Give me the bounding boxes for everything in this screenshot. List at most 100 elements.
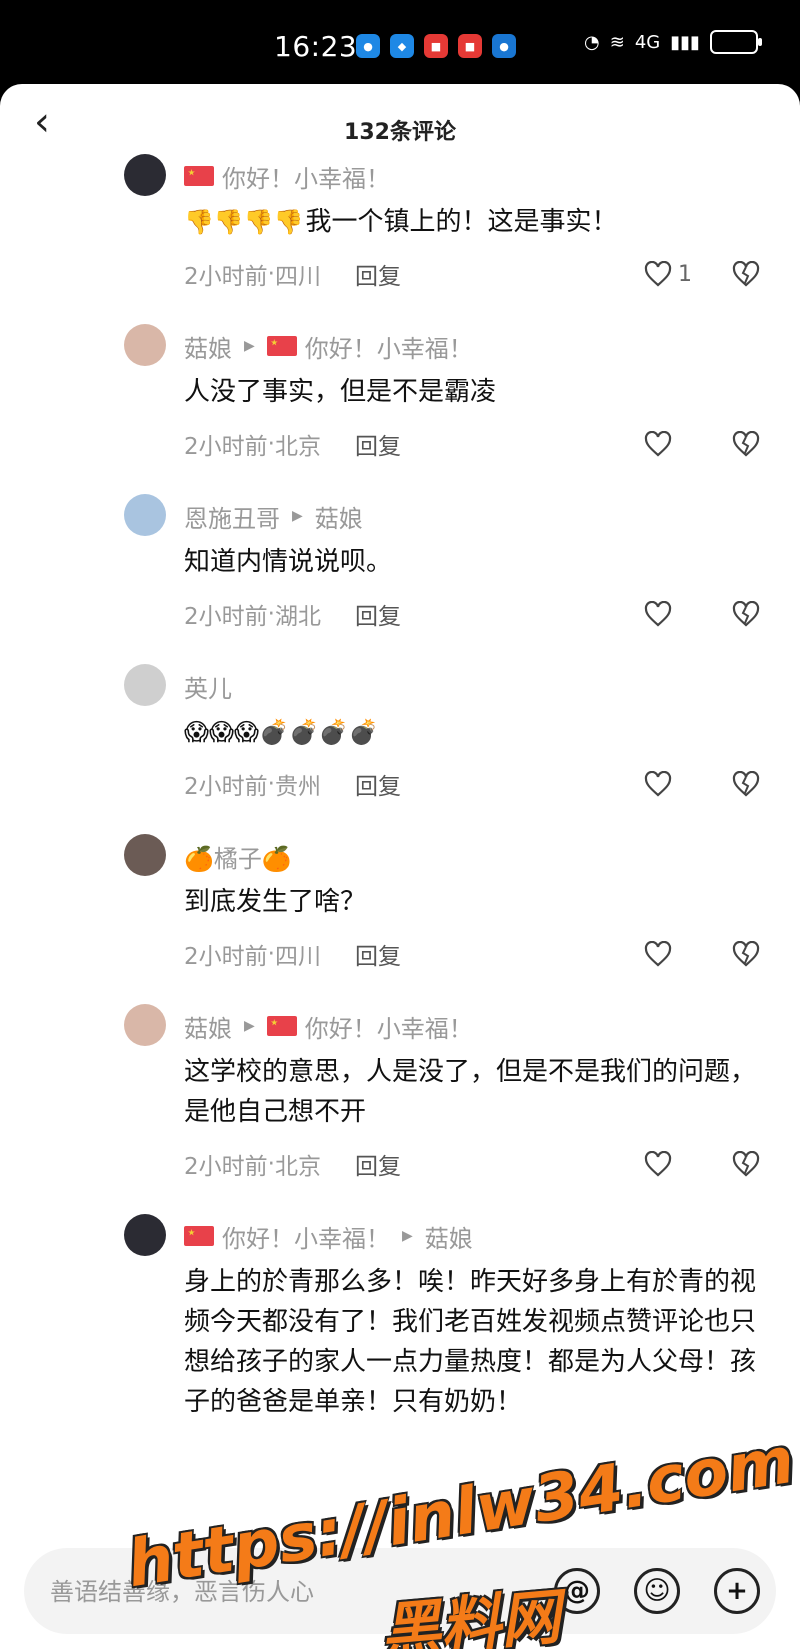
- like-button[interactable]: [644, 941, 724, 967]
- comment-body: 这学校的意思，人是没了，但是不是我们的问题，是他自己想不开: [184, 1057, 757, 1127]
- comment-author-row: 英儿: [184, 664, 760, 708]
- comment-text: 人没了事实，但是不是霸凌: [184, 372, 760, 412]
- comment-meta: 2小时前 · 湖北 回复: [184, 588, 760, 640]
- comment-time: 2小时前: [184, 604, 268, 630]
- avatar[interactable]: [124, 324, 166, 366]
- shield-app-icon: ◆: [390, 34, 414, 58]
- status-bar: 16:23 ● ◆ ■ ■ ● ◔ ≋ 4G ▮▮▮: [0, 0, 800, 84]
- dislike-icon[interactable]: [724, 771, 760, 797]
- comment-meta: 2小时前 · 四川 回复 1: [184, 248, 760, 300]
- comment-meta: 2小时前 · 贵州 回复: [184, 758, 760, 810]
- like-button[interactable]: [644, 771, 724, 797]
- china-flag-icon: [266, 336, 297, 356]
- mention-icon[interactable]: @: [554, 1568, 600, 1614]
- china-flag-icon: [184, 166, 214, 186]
- signal-icon: ▮▮▮: [670, 31, 700, 53]
- dislike-icon[interactable]: [724, 941, 760, 967]
- signal-label: 4G: [634, 31, 661, 53]
- reply-button[interactable]: 回复: [355, 937, 401, 971]
- system-icons: ◔ ≋ 4G ▮▮▮: [584, 30, 762, 54]
- comment-item[interactable]: 你好！小幸福！ 👎👎👎👎我一个镇上的！这是事实！ 2小时前 · 四川 回复 1: [0, 154, 800, 300]
- comment-author-row: 你好！小幸福！: [184, 154, 760, 198]
- comment-emoji: 😱😱😱💣💣💣💣: [184, 718, 379, 746]
- comment-input-bar[interactable]: 善语结善缘，恶言伤人心 @ ☺ +: [24, 1548, 776, 1634]
- comment-item[interactable]: 英儿 😱😱😱💣💣💣💣 2小时前 · 贵州 回复: [0, 664, 800, 810]
- comment-text: 身上的於青那么多！唉！昨天好多身上有於青的视频今天都没有了！我们老百姓发视频点赞…: [184, 1262, 760, 1422]
- comments-header: ‹ 132条评论: [0, 84, 800, 164]
- comment-time: 2小时前: [184, 774, 268, 800]
- meta-separator: ·: [267, 431, 275, 457]
- comment-author[interactable]: 菇娘: [184, 1009, 232, 1044]
- comment-location: 湖北: [274, 604, 321, 630]
- comment-author[interactable]: 你好！小幸福！: [222, 1219, 390, 1254]
- comment-item[interactable]: 恩施丑哥 ▶ 菇娘 知道内情说说呗。 2小时前 · 湖北 回复: [0, 494, 800, 640]
- reply-button[interactable]: 回复: [355, 1147, 401, 1181]
- comment-item[interactable]: 你好！小幸福！ ▶ 菇娘身上的於青那么多！唉！昨天好多身上有於青的视频今天都没有了！…: [0, 1214, 800, 1422]
- notification-icons: ● ◆ ■ ■ ●: [356, 34, 516, 58]
- avatar[interactable]: [124, 1214, 166, 1256]
- browser-app-icon: ●: [492, 34, 516, 58]
- avatar[interactable]: [124, 154, 166, 196]
- avatar[interactable]: [124, 664, 166, 706]
- comment-author-row: 恩施丑哥 ▶ 菇娘: [184, 494, 760, 538]
- meta-separator: ·: [267, 941, 275, 967]
- reply-to-author[interactable]: 菇娘: [315, 499, 363, 534]
- comment-body: 身上的於青那么多！唉！昨天好多身上有於青的视频今天都没有了！我们老百姓发视频点赞…: [184, 1267, 757, 1417]
- dislike-icon[interactable]: [724, 431, 760, 457]
- comment-location: 四川: [274, 944, 321, 970]
- reply-arrow-icon: ▶: [244, 1018, 255, 1034]
- meta-separator: ·: [267, 1151, 275, 1177]
- reply-to-author[interactable]: 菇娘: [425, 1219, 473, 1254]
- comment-author[interactable]: 菇娘: [184, 329, 232, 364]
- reply-button[interactable]: 回复: [355, 257, 401, 291]
- like-button[interactable]: [644, 601, 724, 627]
- reply-arrow-icon: ▶: [292, 508, 303, 524]
- like-button[interactable]: [644, 1151, 724, 1177]
- emoji-icon[interactable]: ☺: [634, 1568, 680, 1614]
- comment-body: 我一个镇上的！这是事实！: [305, 207, 618, 237]
- comment-body: 知道内情说说呗。: [184, 547, 393, 577]
- comment-text: 知道内情说说呗。: [184, 542, 760, 582]
- reply-to-author[interactable]: 你好！小幸福！: [305, 1009, 473, 1044]
- reply-button[interactable]: 回复: [355, 767, 401, 801]
- dislike-icon[interactable]: [724, 601, 760, 627]
- comment-author-row: 菇娘 ▶ 你好！小幸福！: [184, 1004, 760, 1048]
- comment-author[interactable]: 🍊橘子🍊: [184, 839, 292, 874]
- like-button[interactable]: 1: [644, 261, 724, 287]
- comment-actions: [644, 601, 760, 627]
- avatar[interactable]: [124, 494, 166, 536]
- comment-author[interactable]: 你好！小幸福！: [222, 159, 390, 194]
- comment-actions: [644, 1151, 760, 1177]
- comment-location: 贵州: [274, 774, 321, 800]
- reply-button[interactable]: 回复: [355, 427, 401, 461]
- comment-meta: 2小时前 · 四川 回复: [184, 928, 760, 980]
- add-icon[interactable]: +: [714, 1568, 760, 1614]
- comment-item[interactable]: 🍊橘子🍊 到底发生了啥？ 2小时前 · 四川 回复: [0, 834, 800, 980]
- avatar[interactable]: [124, 834, 166, 876]
- comment-text: 到底发生了啥？: [184, 882, 760, 922]
- comment-input[interactable]: 善语结善缘，恶言伤人心: [50, 1572, 314, 1607]
- reply-arrow-icon: ▶: [402, 1228, 413, 1244]
- comments-title: 132条评论: [344, 120, 456, 145]
- message-app-icon: ●: [356, 34, 380, 58]
- comment-actions: [644, 771, 760, 797]
- comment-text: 这学校的意思，人是没了，但是不是我们的问题，是他自己想不开: [184, 1052, 760, 1132]
- reply-button[interactable]: 回复: [355, 597, 401, 631]
- dislike-icon[interactable]: [724, 261, 760, 287]
- dislike-icon[interactable]: [724, 1151, 760, 1177]
- comment-author-row: 你好！小幸福！ ▶ 菇娘: [184, 1214, 760, 1258]
- comment-meta: 2小时前 · 北京 回复: [184, 1138, 760, 1190]
- comment-author-row: 🍊橘子🍊: [184, 834, 760, 878]
- comment-author[interactable]: 英儿: [184, 669, 232, 704]
- speed-icon: ◔: [584, 31, 600, 53]
- avatar[interactable]: [124, 1004, 166, 1046]
- comment-author[interactable]: 恩施丑哥: [184, 499, 280, 534]
- comment-item[interactable]: 菇娘 ▶ 你好！小幸福！ 人没了事实，但是不是霸凌 2小时前 · 北京 回复: [0, 324, 800, 470]
- like-button[interactable]: [644, 431, 724, 457]
- china-flag-icon: [266, 1016, 297, 1036]
- comment-time: 2小时前: [184, 434, 268, 460]
- meta-separator: ·: [267, 771, 275, 797]
- comment-item[interactable]: 菇娘 ▶ 你好！小幸福！ 这学校的意思，人是没了，但是不是我们的问题，是他自己想不开 2…: [0, 1004, 800, 1190]
- reply-to-author[interactable]: 你好！小幸福！: [305, 329, 473, 364]
- comments-sheet: ‹ 132条评论 你好！小幸福！ 👎👎👎👎我一个镇上的！这是事实！ 2小时前 · 四…: [0, 84, 800, 1649]
